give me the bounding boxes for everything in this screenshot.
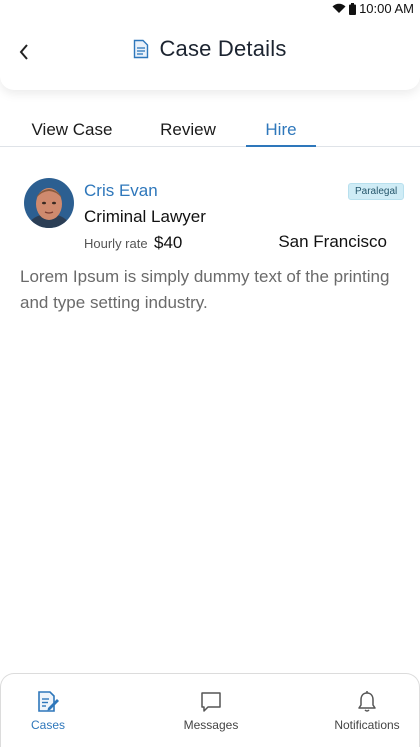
status-time: 10:00 AM xyxy=(359,1,414,16)
tab-hire[interactable]: Hire xyxy=(246,112,316,147)
hourly-rate-value: $40 xyxy=(154,233,183,252)
message-icon xyxy=(201,692,221,712)
status-bar: 10:00 AM xyxy=(0,0,420,18)
document-icon xyxy=(134,39,149,59)
cases-icon xyxy=(38,691,59,712)
nav-messages-label: Messages xyxy=(183,718,239,732)
nav-cases-label: Cases xyxy=(30,718,65,732)
tab-bar: View Case Review Hire xyxy=(0,112,420,147)
tab-view-case[interactable]: View Case xyxy=(20,112,124,147)
location: San Francisco xyxy=(278,232,387,251)
wifi-icon xyxy=(332,3,346,13)
page-title: Case Details xyxy=(159,36,287,61)
lawyer-name[interactable]: Cris Evan xyxy=(84,181,158,201)
nav-cases[interactable]: Cases xyxy=(0,690,98,732)
tab-review[interactable]: Review xyxy=(142,112,234,147)
nav-notifications[interactable]: Notifications xyxy=(317,690,417,732)
battery-icon xyxy=(349,2,357,15)
bell-icon xyxy=(358,691,376,712)
nav-messages[interactable]: Messages xyxy=(161,690,261,732)
bottom-navigation: Cases Messages Notifications xyxy=(0,673,420,747)
avatar[interactable] xyxy=(24,178,74,228)
avatar-photo xyxy=(24,178,74,228)
profile-description: Lorem Ipsum is simply dummy text of the … xyxy=(20,267,390,312)
hourly-rate-label: Hourly rate xyxy=(84,236,148,251)
role-badge: Paralegal xyxy=(348,183,405,200)
header-title-group: Case Details xyxy=(0,36,420,62)
nav-notifications-label: Notifications xyxy=(334,718,400,732)
lawyer-specialty: Criminal Lawyer xyxy=(84,207,206,226)
